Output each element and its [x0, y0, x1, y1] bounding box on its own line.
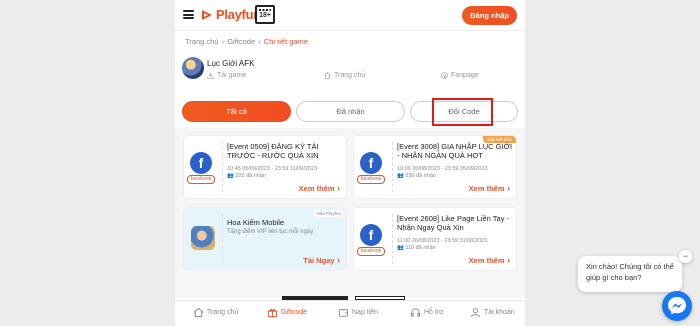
messenger-button[interactable]: [662, 291, 692, 321]
card-count: 👥 110 đã nhận: [397, 245, 436, 251]
giftcode-card[interactable]: f facebook [Event 2608] Like Page Liền T…: [353, 207, 517, 271]
play-logo-icon: [202, 9, 212, 20]
view-more-button[interactable]: Xem thêm: [469, 255, 510, 265]
game-promo-card[interactable]: Nhà Playfun Hoa Kiếm Mobile Tặng điểm VI…: [183, 207, 347, 271]
tab-all[interactable]: Tất cả: [182, 101, 291, 122]
card-subtitle: Tặng điểm VIP liên tục mỗi ngày: [227, 229, 314, 235]
view-more-button[interactable]: Xem thêm: [469, 183, 510, 193]
facebook-icon: f: [190, 152, 212, 174]
chat-greeting-bubble[interactable]: Xin chào! Chúng tôi có thể giúp gì cho b…: [578, 256, 682, 292]
nav-support-label: Hỗ trợ: [424, 309, 444, 316]
card-time: 10:00 30/08/2023 - 23:59 05/09/2023: [397, 166, 488, 172]
nav-giftcode-label: Giftcode: [281, 309, 308, 316]
breadcrumb-item-current: Chi tiết game: [263, 37, 308, 46]
facebook-icon: f: [360, 224, 382, 246]
card-time: 10:45 05/09/2023 - 23:59 11/09/2023: [227, 166, 318, 172]
homepage-link-label: Trang chủ: [334, 72, 366, 79]
home-icon: [324, 72, 331, 79]
top-header: Playfun 18+ Đăng nhập: [175, 0, 525, 31]
brand-logo[interactable]: Playfun: [200, 7, 261, 22]
redeem-tab-highlight: [432, 98, 493, 126]
nav-topup-label: Nạp tiền: [352, 309, 379, 316]
fanpage-link-label: Fanpage: [451, 72, 479, 79]
card-title: [Event 3008] GIA NHẬP LỤC GIỚI - NHẬN NG…: [397, 142, 513, 160]
breadcrumb: Trang chủ › Giftcode › Chi tiết game: [185, 37, 308, 46]
download-now-button[interactable]: Tải Ngay: [303, 255, 340, 265]
card-title: Hoa Kiếm Mobile: [227, 218, 285, 227]
nav-home[interactable]: Trang chủ: [193, 307, 238, 318]
download-link[interactable]: Tải game: [207, 72, 246, 79]
nav-home-label: Trang chủ: [207, 309, 239, 316]
age-rating-badge: 18+: [255, 5, 275, 24]
homepage-link[interactable]: Trang chủ: [324, 72, 365, 79]
card-source-label: facebook: [187, 175, 215, 184]
card-count: 👥 290 đã nhận: [397, 173, 436, 179]
giftcode-card[interactable]: Sắp kết thúc f facebook [Event 3008] GIA…: [353, 135, 517, 199]
download-link-label: Tải game: [217, 72, 247, 79]
headset-icon: [410, 308, 421, 317]
page-container: Playfun 18+ Đăng nhập Trang chủ › Giftco…: [175, 0, 525, 326]
game-info: Lục Giới AFK Tải game Trang chủ Fanpage: [182, 57, 520, 89]
giftcode-list: f facebook [Event 0509] ĐĂNG KÝ TẢI TRƯỚ…: [175, 128, 525, 298]
nav-giftcode[interactable]: Giftcode: [267, 307, 307, 318]
messenger-icon: [668, 297, 686, 315]
fanpage-link[interactable]: Fanpage: [441, 72, 479, 79]
breadcrumb-item-giftcode[interactable]: Giftcode: [227, 37, 255, 46]
game-title: Lục Giới AFK: [207, 59, 255, 68]
user-icon: [470, 308, 481, 318]
home-icon: [193, 307, 204, 318]
login-button[interactable]: Đăng nhập: [462, 6, 517, 25]
card-title: [Event 0509] ĐĂNG KÝ TẢI TRƯỚC - RƯỚC QU…: [227, 142, 319, 160]
publisher-badge: Nhà Playfun: [314, 210, 343, 217]
nav-account[interactable]: Tài khoản: [470, 307, 515, 318]
promo-game-thumbnail: [191, 226, 215, 250]
nav-support[interactable]: Hỗ trợ: [410, 307, 444, 318]
nav-topup[interactable]: Nạp tiền: [338, 307, 378, 318]
breadcrumb-item-home[interactable]: Trang chủ: [185, 37, 219, 46]
bottom-navigation: Trang chủ Giftcode Nạp tiền Hỗ trợ Tài k…: [175, 300, 525, 326]
card-source-label: facebook: [357, 247, 385, 256]
wallet-icon: [338, 309, 349, 317]
gift-icon: [267, 308, 278, 318]
card-time: 11:00 26/08/2023 - 23:59 31/08/2023: [397, 238, 488, 244]
facebook-icon: f: [360, 152, 382, 174]
giftcode-card[interactable]: f facebook [Event 0509] ĐĂNG KÝ TẢI TRƯỚ…: [183, 135, 347, 199]
facebook-icon: [441, 72, 448, 79]
game-avatar: [182, 57, 204, 79]
nav-account-label: Tài khoản: [484, 309, 515, 316]
card-source-label: facebook: [357, 175, 385, 184]
menu-icon[interactable]: [183, 10, 194, 19]
card-count: 👥 222 đã nhận: [227, 173, 266, 179]
card-title: [Event 2608] Like Page Liền Tay - Nhận N…: [397, 214, 510, 232]
view-more-button[interactable]: Xem thêm: [299, 183, 340, 193]
download-icon: [207, 72, 214, 79]
tab-received[interactable]: Đã nhận: [296, 101, 405, 122]
chat-close-button[interactable]: −: [679, 250, 692, 263]
